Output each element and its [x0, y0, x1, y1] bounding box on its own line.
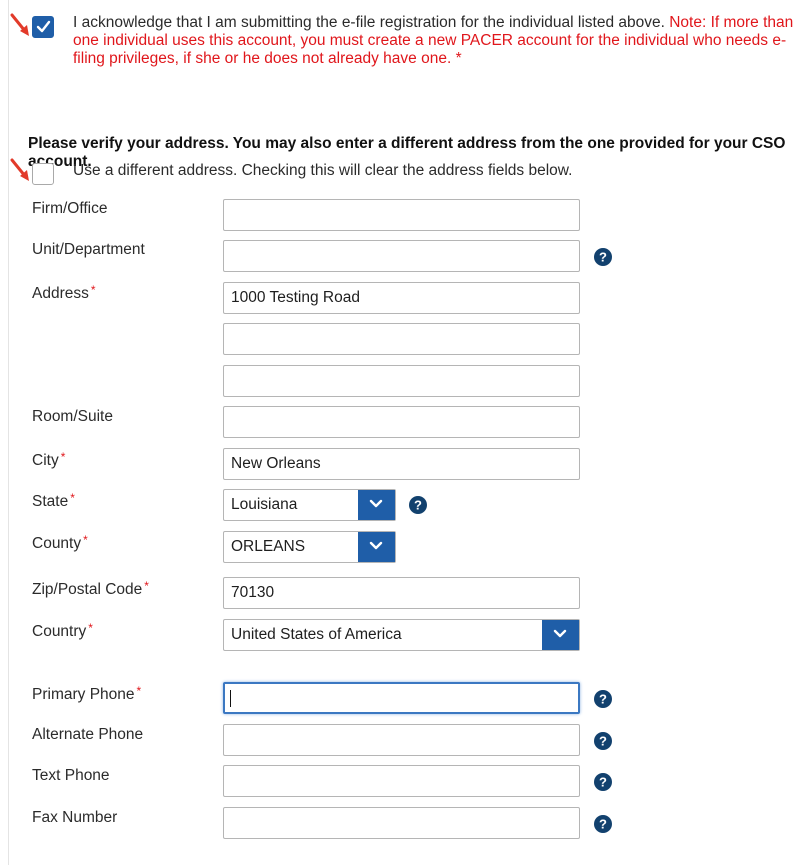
chevron-down-icon — [369, 499, 383, 508]
help-icon[interactable]: ? — [594, 732, 612, 750]
use-different-address-checkbox[interactable] — [32, 163, 54, 185]
zip-label: Zip/Postal Code * — [32, 579, 149, 598]
address-line3-input[interactable] — [223, 365, 580, 397]
address-line1-input[interactable]: 1000 Testing Road — [223, 282, 580, 314]
svg-text:?: ? — [599, 250, 607, 265]
primary-phone-label: Primary Phone * — [32, 684, 142, 703]
fax-number-label: Fax Number — [32, 809, 118, 826]
country-dropdown-button[interactable] — [542, 620, 579, 650]
svg-text:?: ? — [599, 817, 607, 832]
acknowledge-text: I acknowledge that I am submitting the e… — [73, 14, 808, 68]
svg-text:?: ? — [414, 498, 422, 513]
svg-text:?: ? — [599, 734, 607, 749]
required-marker: * — [455, 50, 462, 67]
county-select[interactable]: ORLEANS — [223, 531, 396, 563]
county-dropdown-button[interactable] — [358, 532, 395, 562]
annotation-arrow-icon — [10, 158, 29, 181]
use-different-address-label[interactable]: Use a different address. Checking this w… — [73, 162, 572, 180]
unit-department-label: Unit/Department — [32, 241, 145, 258]
address-line2-input[interactable] — [223, 323, 580, 355]
state-select-value: Louisiana — [231, 496, 298, 513]
chevron-down-icon — [369, 541, 383, 550]
chevron-down-icon — [553, 629, 567, 638]
primary-phone-input[interactable] — [223, 682, 580, 714]
help-icon[interactable]: ? — [409, 496, 427, 514]
help-icon[interactable]: ? — [594, 248, 612, 266]
county-label: County * — [32, 533, 88, 552]
unit-department-input[interactable] — [223, 240, 580, 272]
help-icon[interactable]: ? — [594, 815, 612, 833]
checkmark-icon — [36, 20, 51, 33]
alternate-phone-label: Alternate Phone — [32, 726, 144, 743]
country-select-value: United States of America — [231, 626, 402, 643]
state-dropdown-button[interactable] — [358, 490, 395, 520]
svg-text:?: ? — [599, 692, 607, 707]
text-phone-label: Text Phone — [32, 767, 110, 784]
city-label: City * — [32, 450, 66, 469]
county-select-value: ORLEANS — [231, 538, 306, 555]
room-suite-input[interactable] — [223, 406, 580, 438]
text-phone-input[interactable] — [223, 765, 580, 797]
acknowledge-statement: I acknowledge that I am submitting the e… — [73, 14, 665, 31]
firm-office-label: Firm/Office — [32, 200, 108, 217]
zip-input[interactable]: 70130 — [223, 577, 580, 609]
country-label: Country * — [32, 621, 93, 640]
alternate-phone-input[interactable] — [223, 724, 580, 756]
left-border — [8, 0, 9, 865]
help-icon[interactable]: ? — [594, 690, 612, 708]
room-suite-label: Room/Suite — [32, 408, 113, 425]
svg-text:?: ? — [599, 775, 607, 790]
state-select[interactable]: Louisiana — [223, 489, 396, 521]
address-label: Address * — [32, 283, 96, 302]
help-icon[interactable]: ? — [594, 773, 612, 791]
city-input[interactable]: New Orleans — [223, 448, 580, 480]
fax-number-input[interactable] — [223, 807, 580, 839]
annotation-arrow-icon — [10, 13, 29, 36]
text-cursor — [230, 690, 231, 707]
firm-office-input[interactable] — [223, 199, 580, 231]
country-select[interactable]: United States of America — [223, 619, 580, 651]
acknowledge-checkbox[interactable] — [32, 16, 54, 38]
state-label: State * — [32, 491, 75, 510]
